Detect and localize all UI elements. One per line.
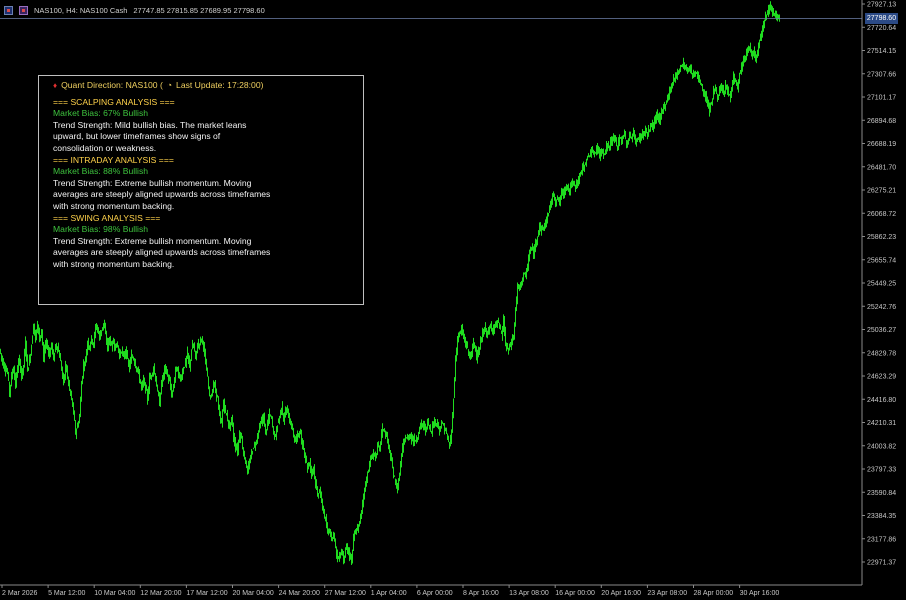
symbol-info: NAS100, H4: NAS100 Cash — [34, 5, 128, 15]
y-tick-label: 24416.80 — [867, 397, 896, 404]
x-tick-label: 27 Mar 12:00 — [325, 590, 366, 597]
y-tick-label: 24210.31 — [867, 420, 896, 427]
y-tick-label: 26068.72 — [867, 211, 896, 218]
y-tick-label: 27720.64 — [867, 25, 896, 32]
y-tick-label: 23384.35 — [867, 513, 896, 520]
x-tick-label: 12 Mar 20:00 — [140, 590, 181, 597]
x-tick-label: 13 Apr 08:00 — [509, 590, 549, 597]
y-tick-label: 25655.74 — [867, 257, 896, 264]
trend-strength-line: upward, but lower timeframes show signs … — [53, 131, 221, 142]
trend-strength-line: Trend Strength: Extreme bullish momentum… — [53, 235, 252, 246]
indicator-icon[interactable] — [19, 5, 28, 15]
price-axis: 27927.13 27720.64 27514.15 27307.66 27101.17… — [861, 0, 896, 585]
trend-strength-line: Trend Strength: Mild bullish bias. The m… — [53, 119, 247, 130]
y-tick-label: 25862.23 — [867, 234, 896, 241]
panel-title-row: ♦ Quant Direction: NAS100 ( ◔ Last Updat… — [53, 80, 349, 92]
clock-icon: ◔ — [166, 80, 173, 90]
y-tick-label: 27307.66 — [867, 71, 896, 78]
y-tick-label: 26688.19 — [867, 141, 896, 148]
x-tick-label: 1 Apr 04:00 — [371, 590, 407, 597]
x-tick-label: 23 Apr 08:00 — [647, 590, 687, 597]
y-tick-label: 25036.27 — [867, 327, 896, 334]
market-bias: Market Bias: 67% Bullish — [53, 108, 149, 119]
trend-strength-line: consolidation or weakness. — [53, 142, 157, 153]
y-tick-label: 26481.70 — [867, 164, 896, 171]
analysis-panel: ♦ Quant Direction: NAS100 ( ◔ Last Updat… — [38, 75, 364, 305]
x-tick-label: 16 Apr 00:00 — [555, 590, 595, 597]
x-tick-label: 5 Mar 12:00 — [48, 590, 85, 597]
y-tick-label: 25449.25 — [867, 281, 896, 288]
trend-strength-line: averages are steeply aligned upwards acr… — [53, 247, 271, 258]
x-tick-label: 28 Apr 00:00 — [694, 590, 734, 597]
section-heading: === SWING ANALYSIS === — [53, 212, 161, 223]
y-tick-label: 23797.33 — [867, 467, 896, 474]
x-tick-label: 24 Mar 20:00 — [279, 590, 320, 597]
y-tick-label: 23177.86 — [867, 536, 896, 543]
y-tick-label: 25242.76 — [867, 304, 896, 311]
x-tick-label: 30 Apr 16:00 — [740, 590, 780, 597]
y-tick-label: 27927.13 — [867, 2, 896, 9]
drop-icon: ♦ — [53, 81, 58, 90]
trend-strength-line: Trend Strength: Extreme bullish momentum… — [53, 177, 252, 188]
x-tick-label: 6 Apr 00:00 — [417, 590, 453, 597]
y-tick-label: 24003.82 — [867, 443, 896, 450]
market-bias: Market Bias: 88% Bullish — [53, 166, 149, 177]
y-tick-label: 27101.17 — [867, 95, 896, 102]
chart-menu-icon[interactable] — [4, 5, 13, 15]
x-tick-label: 2 Mar 2026 — [2, 590, 38, 597]
y-tick-label: 27514.15 — [867, 48, 896, 55]
x-tick-label: 20 Mar 04:00 — [233, 590, 274, 597]
y-tick-label: 24623.29 — [867, 374, 896, 381]
y-tick-label: 23590.84 — [867, 490, 896, 497]
y-tick-label: 26894.68 — [867, 118, 896, 125]
trend-strength-line: with strong momentum backing. — [53, 200, 175, 211]
ohlc-values: 27747.85 27815.85 27689.95 27798.60 — [133, 5, 265, 15]
y-tick-label: 22971.37 — [867, 560, 896, 567]
market-bias: Market Bias: 98% Bullish — [53, 224, 149, 235]
panel-title: Quant Direction: NAS100 ( — [61, 80, 163, 90]
chart-header: NAS100, H4: NAS100 Cash 27747.85 27815.8… — [4, 3, 268, 17]
trend-strength-line: averages are steeply aligned upwards acr… — [53, 189, 271, 200]
x-tick-label: 10 Mar 04:00 — [94, 590, 135, 597]
x-tick-label: 20 Apr 16:00 — [601, 590, 641, 597]
y-tick-label: 26275.21 — [867, 188, 896, 195]
current-price-tag: 27798.60 — [865, 13, 898, 24]
x-tick-label: 8 Apr 16:00 — [463, 590, 499, 597]
x-tick-label: 17 Mar 12:00 — [186, 590, 227, 597]
trend-strength-line: with strong momentum backing. — [53, 258, 175, 269]
section-heading: === INTRADAY ANALYSIS === — [53, 154, 174, 165]
analysis-sections: === SCALPING ANALYSIS === Market Bias: 67… — [53, 97, 349, 271]
y-tick-label: 24829.78 — [867, 350, 896, 357]
section-heading: === SCALPING ANALYSIS === — [53, 96, 175, 107]
time-axis: 2 Mar 2026 5 Mar 12:00 10 Mar 04:00 12 Mar … — [0, 584, 862, 597]
last-update: Last Update: 17:28:00) — [176, 80, 264, 90]
